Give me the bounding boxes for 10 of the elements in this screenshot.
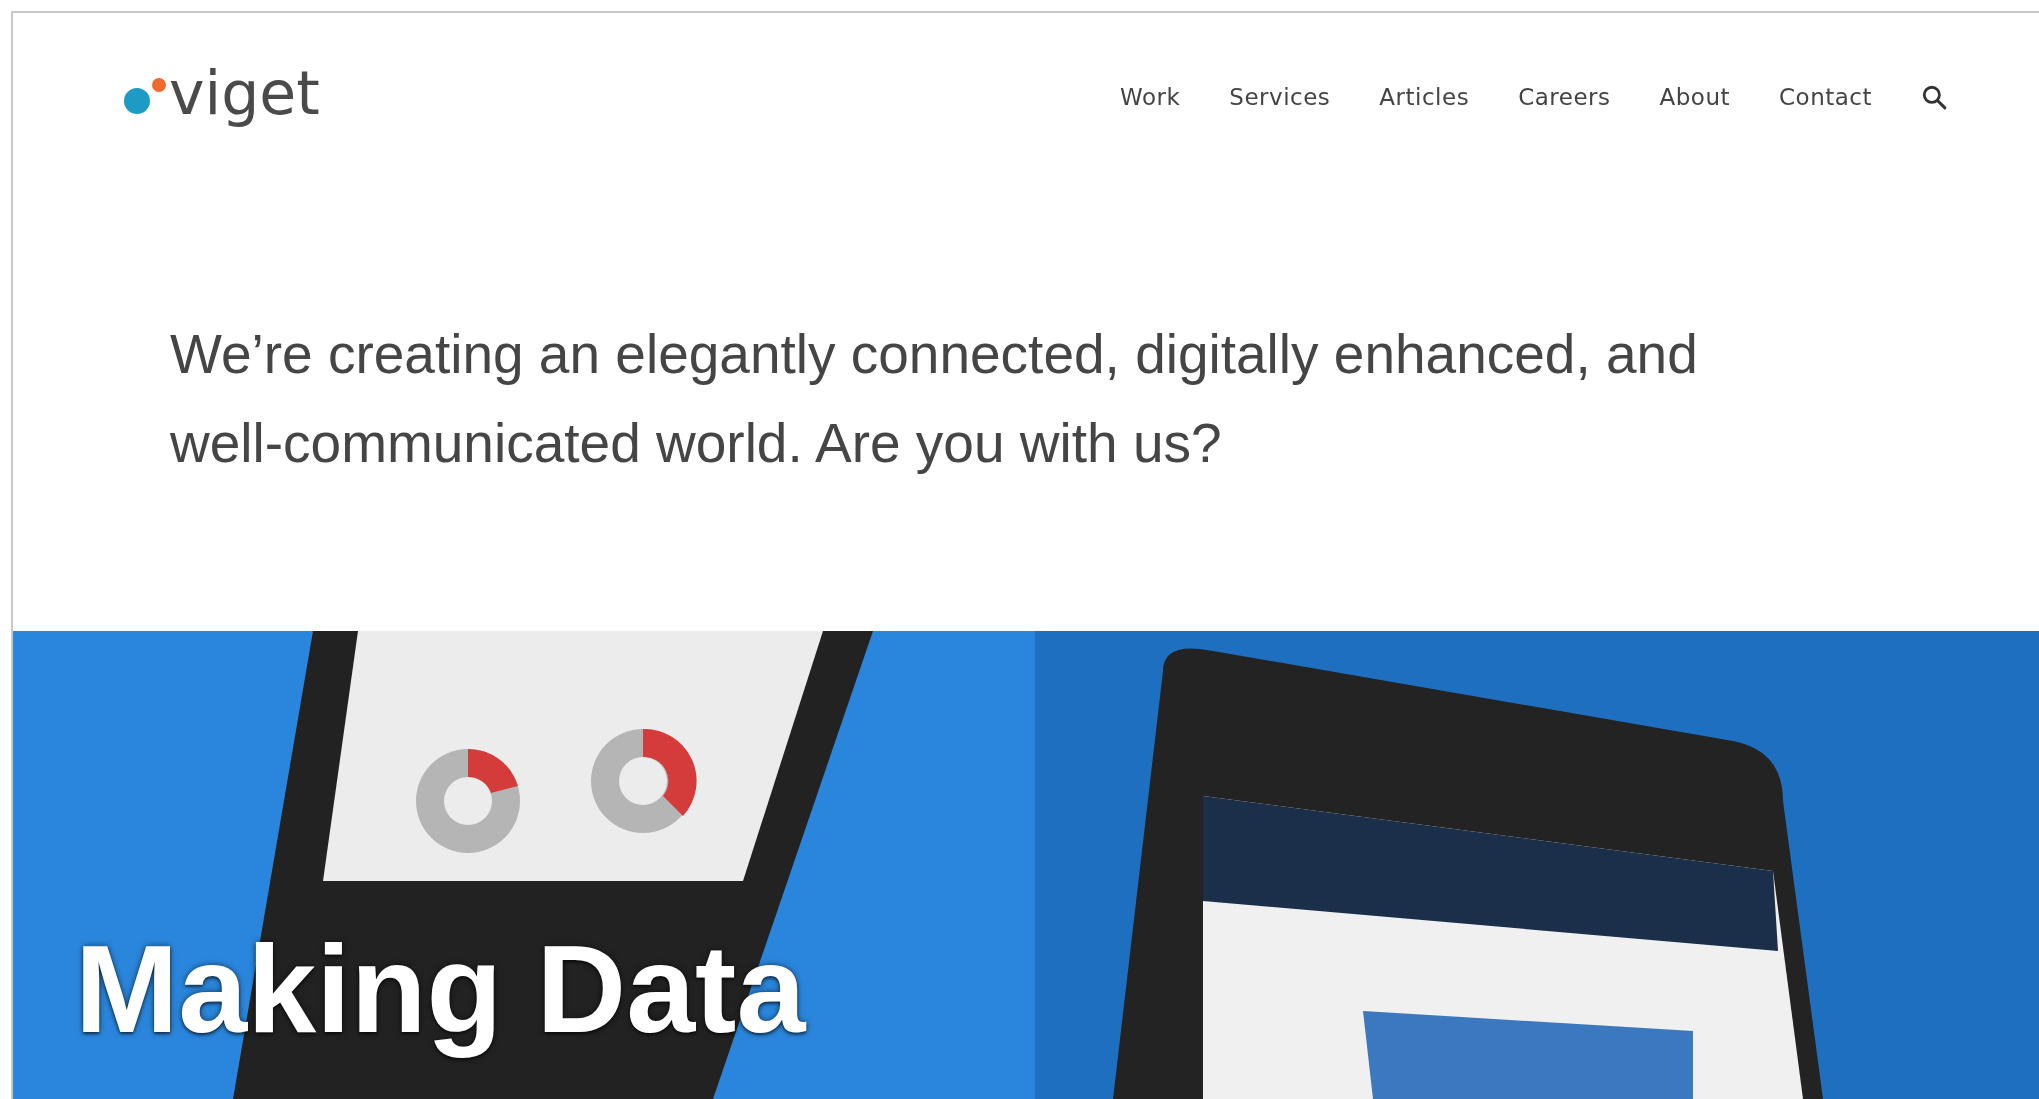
nav-link[interactable]: Careers <box>1518 84 1611 110</box>
nav-link[interactable]: About <box>1659 84 1730 110</box>
logo-wordmark[interactable]: viget <box>169 63 320 131</box>
hero-statement: We’re creating an elegantly connected, digitally enhanced, and well-communicated world. Are you with us? <box>170 322 1699 476</box>
search-icon[interactable] <box>1921 84 1947 110</box>
nav-link[interactable]: Contact <box>1779 84 1872 110</box>
nav-link[interactable]: Work <box>1120 84 1181 110</box>
nav-link[interactable]: Services <box>1229 84 1331 110</box>
nav-link[interactable]: Articles <box>1379 84 1470 110</box>
logo-dots-icon <box>123 77 167 117</box>
